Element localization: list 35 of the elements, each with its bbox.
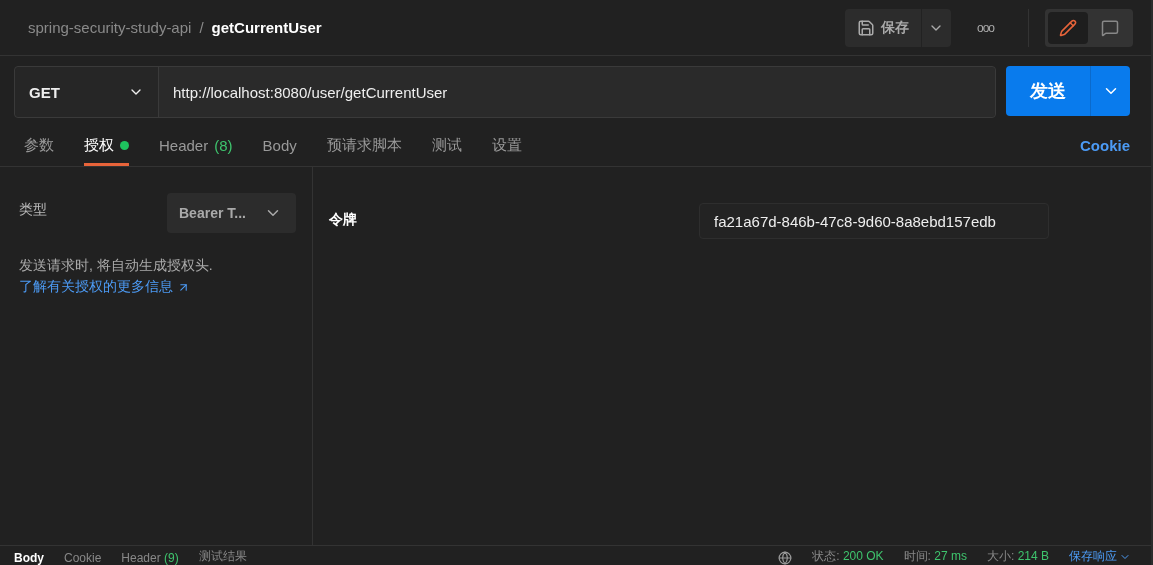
response-stat: 时间: 27 ms	[903, 548, 967, 565]
request-tab[interactable]: 授权	[84, 116, 129, 166]
comment-icon	[1101, 18, 1119, 37]
response-stat: 大小: 214 B	[986, 548, 1049, 565]
learn-more-link[interactable]: 了解有关授权的更多信息	[19, 278, 190, 296]
auth-type-dropdown[interactable]: Bearer T...	[167, 193, 296, 233]
type-label: 类型	[19, 201, 47, 219]
response-tab[interactable]: Body	[14, 551, 44, 565]
more-button[interactable]: ooo	[970, 19, 1000, 36]
request-tab[interactable]: 设置	[491, 116, 522, 166]
request-tab[interactable]: Header (8)	[159, 116, 233, 166]
response-tab[interactable]: Header (9)	[121, 551, 179, 565]
save-response-button[interactable]: 保存响应	[1069, 548, 1131, 565]
globe-icon[interactable]	[778, 551, 793, 565]
token-field[interactable]: fa21a67d-846b-47c8-9d60-8a8ebd157edb	[699, 203, 1049, 239]
request-tab[interactable]: 预请求脚本	[326, 116, 402, 166]
request-tab[interactable]: 测试	[431, 116, 462, 166]
method-dropdown[interactable]: GET	[15, 67, 159, 117]
send-button[interactable]: 发送	[1006, 66, 1090, 116]
response-stat: 状态: 200 OK	[812, 548, 884, 565]
save-button[interactable]: 保存	[844, 8, 921, 47]
response-tab[interactable]: 测试结果	[198, 548, 247, 565]
request-tab[interactable]: 参数	[24, 116, 54, 166]
cookie-link[interactable]: Cookie	[1080, 128, 1130, 154]
response-tab[interactable]: Cookie	[64, 551, 102, 565]
collection-link[interactable]: spring-security-study-api	[28, 19, 192, 36]
request-name: getCurrentUser	[211, 19, 322, 36]
request-tab[interactable]: Body	[262, 116, 297, 166]
pencil-icon	[1059, 18, 1077, 37]
auth-note: 发送请求时, 将自动生成授权头.	[19, 257, 214, 275]
breadcrumb-separator: /	[199, 19, 204, 36]
save-options-button[interactable]	[920, 8, 951, 47]
save-icon	[856, 18, 875, 37]
token-label: 令牌	[329, 211, 358, 229]
edit-mode-button[interactable]	[1048, 11, 1088, 44]
